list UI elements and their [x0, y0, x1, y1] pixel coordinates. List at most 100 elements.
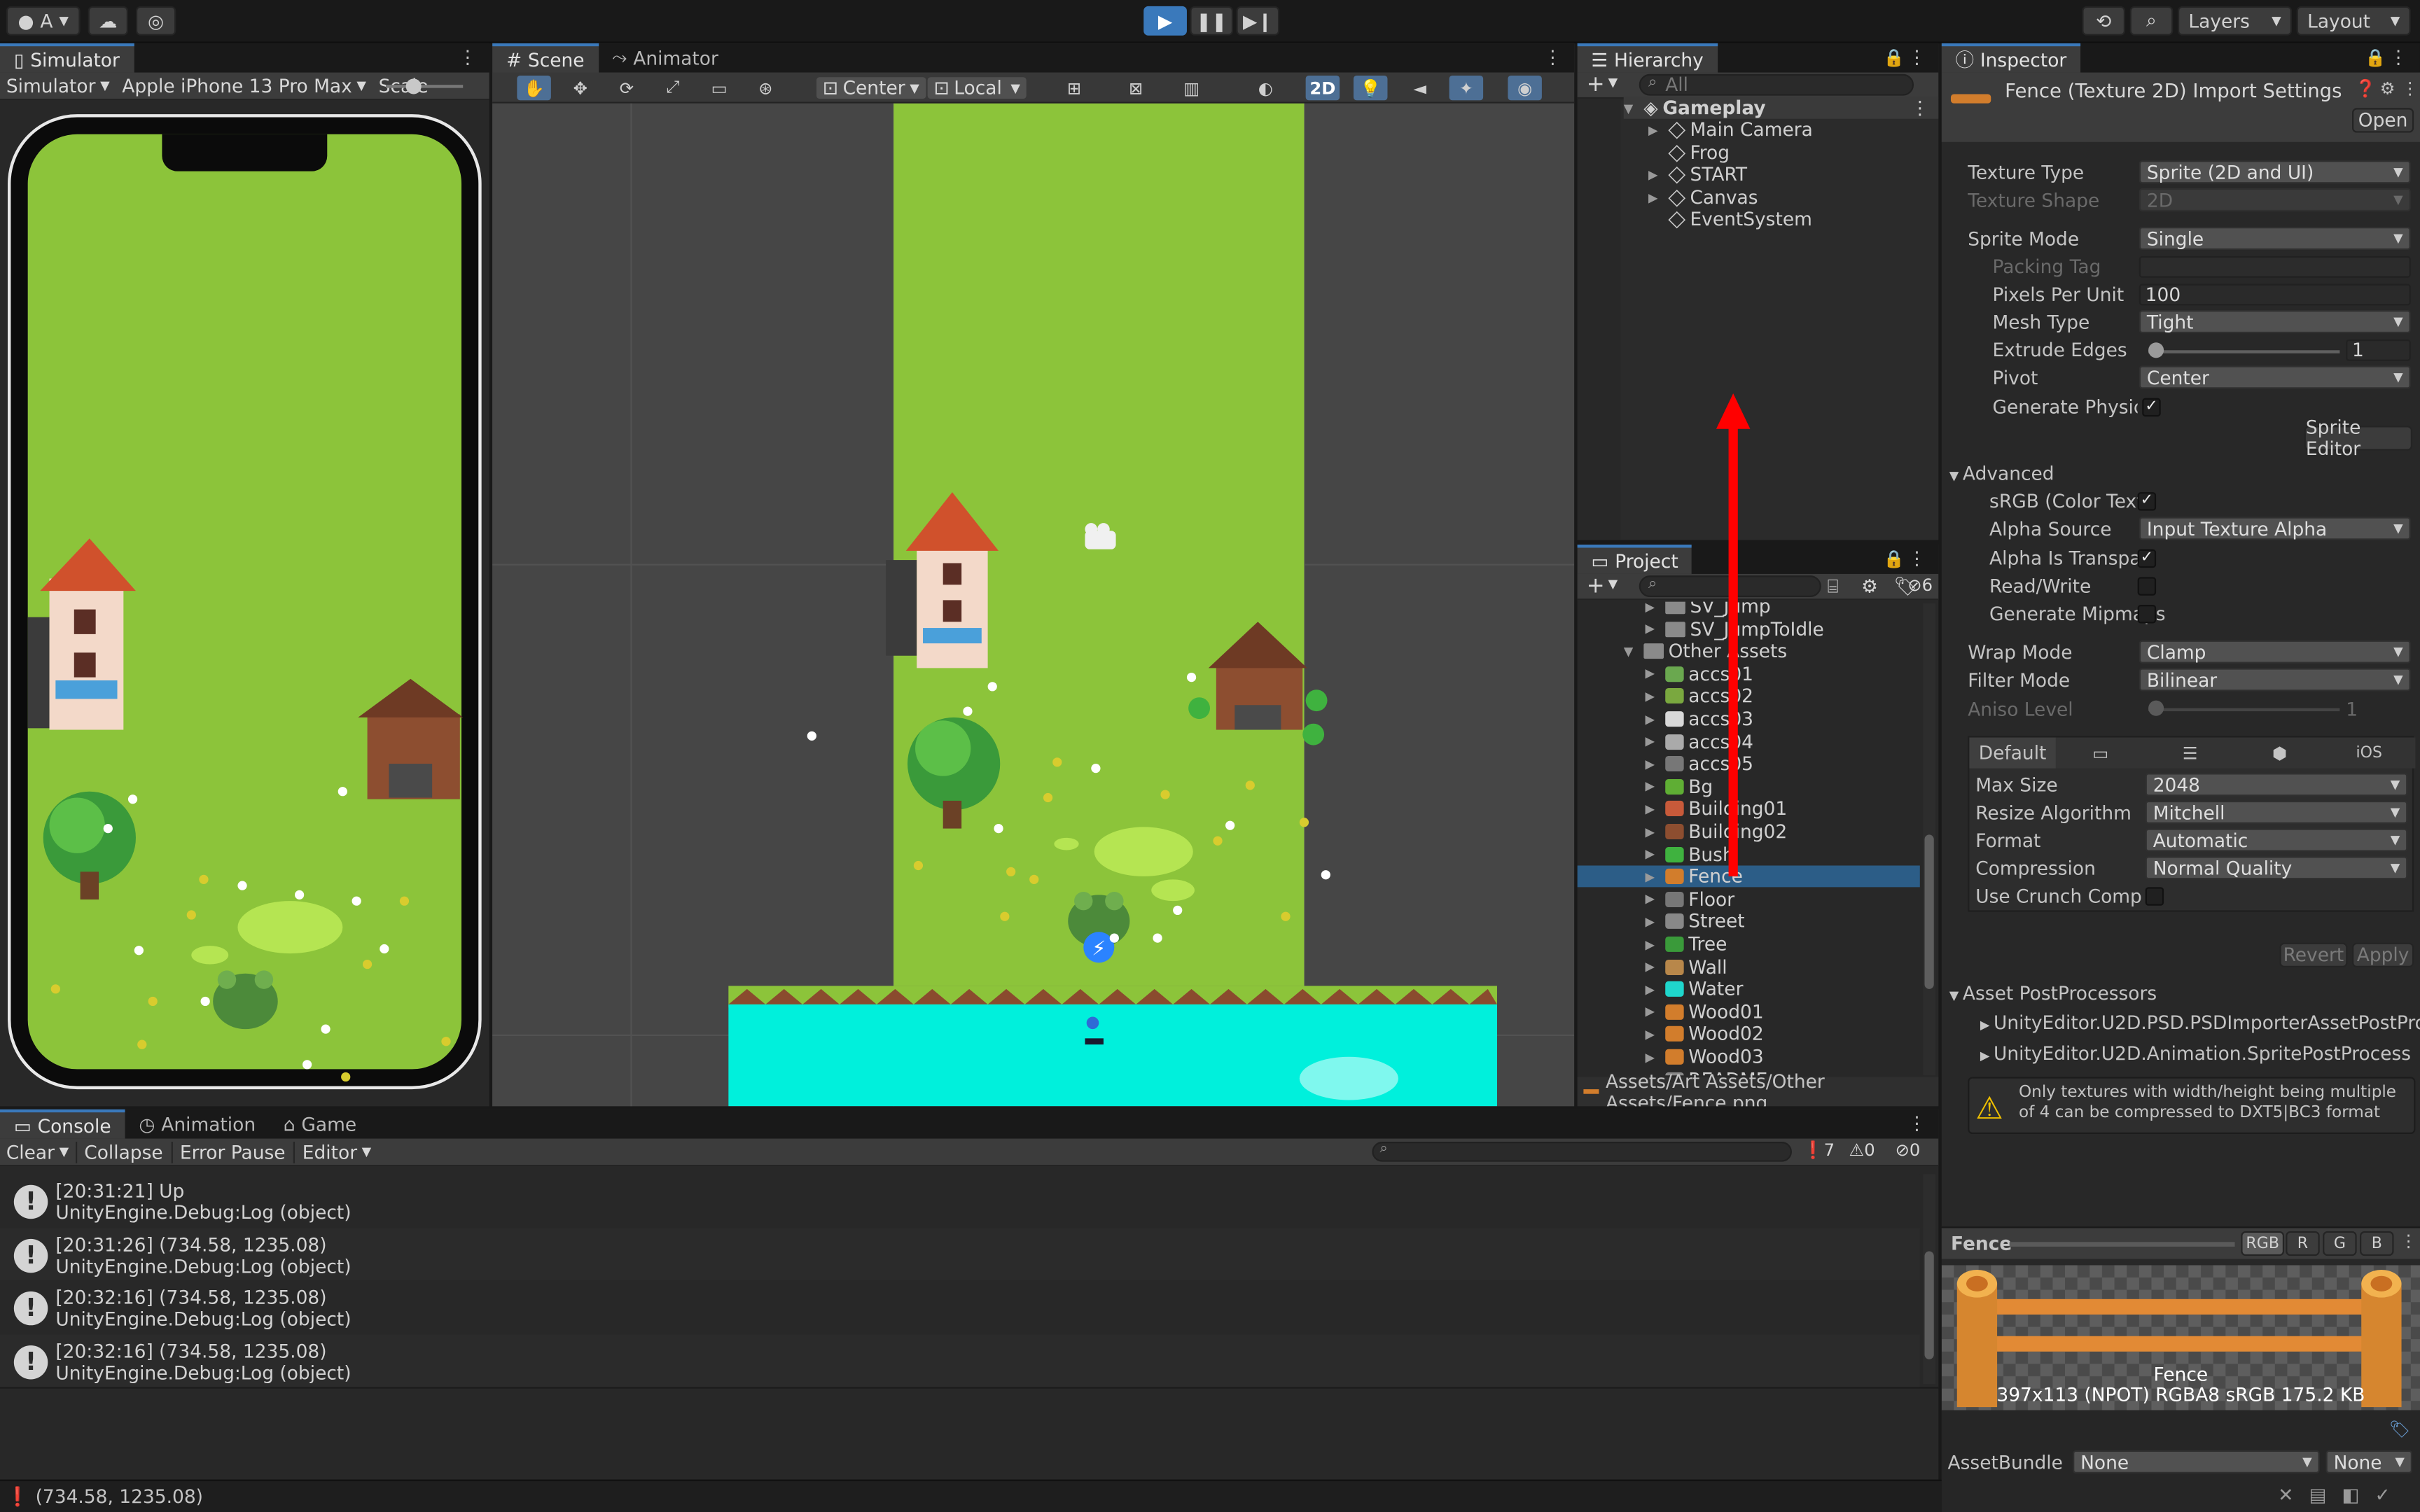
assetbundle-variant-dropdown[interactable]: None ▼: [2325, 1450, 2412, 1474]
debug-icon[interactable]: ✕: [2278, 1484, 2309, 1506]
audio-icon[interactable]: ◄: [1403, 76, 1437, 100]
tab-animation[interactable]: ◷ Animation: [125, 1110, 269, 1139]
tab-platform-standalone[interactable]: ▭: [2056, 738, 2146, 769]
project-scrollbar[interactable]: [1923, 603, 1935, 1076]
tab-inspector[interactable]: ⓘ Inspector: [1941, 43, 2081, 73]
tab-game[interactable]: ⌂ Game: [270, 1110, 370, 1139]
settings-slider-icon[interactable]: ⚙: [2380, 78, 2395, 99]
snap-increment-icon[interactable]: ⊠: [1119, 76, 1153, 100]
account-button[interactable]: ● A ▼: [6, 6, 81, 36]
kebab-menu-icon[interactable]: ⋮: [1907, 1112, 1926, 1134]
mesh-type-dropdown[interactable]: Tight ▼: [2139, 310, 2411, 334]
console-search-input[interactable]: [1372, 1142, 1792, 1162]
project-item[interactable]: ▶ SV_Jump: [1578, 601, 1920, 617]
project-item[interactable]: ▶ Building01: [1578, 798, 1920, 820]
project-item[interactable]: ▶ Wood02: [1578, 1023, 1920, 1045]
clear-button[interactable]: Clear ▼: [0, 1140, 77, 1163]
revert-button[interactable]: Revert: [2279, 942, 2348, 967]
srgb-checkbox[interactable]: ✓: [2137, 492, 2157, 511]
grid-snap-icon[interactable]: ⊞: [1057, 76, 1091, 100]
generate-physics-checkbox[interactable]: ✓: [2142, 398, 2161, 417]
open-button[interactable]: Open: [2352, 108, 2414, 133]
project-item[interactable]: ▼ Other Assets: [1578, 640, 1920, 662]
scale-slider[interactable]: [386, 85, 464, 88]
project-item[interactable]: ▶ accs01: [1578, 663, 1920, 685]
play-button[interactable]: ▶: [1143, 6, 1187, 36]
project-item[interactable]: ▶ Street: [1578, 911, 1920, 932]
hierarchy-search-input[interactable]: All: [1639, 74, 1914, 96]
editor-dropdown[interactable]: Editor ▼: [295, 1141, 380, 1163]
tab-scene[interactable]: # Scene: [492, 43, 599, 73]
layout-dropdown[interactable]: Layout ▼: [2296, 6, 2411, 36]
status-bar[interactable]: ❗ (734.58, 1235.08): [0, 1479, 1942, 1512]
progress-icon[interactable]: ▤: [2309, 1484, 2342, 1506]
warning-count-toggle[interactable]: ⚠0: [1849, 1140, 1875, 1161]
generate-mipmaps-checkbox[interactable]: [2137, 604, 2157, 624]
kebab-menu-icon[interactable]: ⋮: [1911, 97, 1929, 119]
error-pause-toggle[interactable]: Error Pause: [172, 1140, 295, 1163]
tab-project[interactable]: ▭ Project: [1577, 545, 1692, 574]
project-item[interactable]: ▶ SV_JumpToIdle: [1578, 618, 1920, 640]
lock-icon[interactable]: 🔒: [1884, 48, 1905, 68]
step-button[interactable]: ▶❙: [1236, 6, 1280, 36]
hand-tool-icon[interactable]: ✋: [517, 75, 551, 101]
draw-mode-icon[interactable]: ◐: [1249, 76, 1282, 100]
tab-simulator[interactable]: ▯ Simulator: [0, 43, 134, 73]
tab-platform-ios[interactable]: iOS: [2324, 738, 2414, 769]
cache-icon[interactable]: ◧: [2342, 1484, 2374, 1506]
apply-button[interactable]: Apply: [2352, 942, 2414, 967]
lighting-icon[interactable]: 💡: [1353, 75, 1388, 101]
pivot-dropdown[interactable]: ⊡ Center ▼: [816, 77, 926, 99]
kebab-menu-icon[interactable]: ⋮: [459, 46, 477, 68]
search-icon[interactable]: ⌕: [2129, 6, 2174, 36]
hierarchy-item-frog[interactable]: Frog: [1648, 142, 1730, 164]
max-size-dropdown[interactable]: 2048 ▼: [2145, 773, 2408, 797]
scale-slider-handle[interactable]: [405, 78, 422, 94]
label-tag-icon[interactable]: 🏷: [2389, 1420, 2411, 1440]
postprocessor-item[interactable]: ▶ UnityEditor.U2D.Animation.SpritePostPr…: [1980, 1043, 2411, 1065]
read-write-checkbox[interactable]: [2137, 577, 2157, 596]
visibility-icon[interactable]: ◉: [1508, 75, 1542, 101]
console-log-entry[interactable]: ! [20:32:16] (734.58, 1235.08) UnityEngine…: [0, 1334, 1920, 1387]
help-icon[interactable]: ❓: [2355, 78, 2376, 99]
console-log-entry[interactable]: ! [20:31:26] (734.58, 1235.08) UnityEngine…: [0, 1227, 1920, 1280]
console-log-entry[interactable]: ! [20:32:16] (734.58, 1235.08) UnityEngine…: [0, 1280, 1920, 1334]
project-item-selected[interactable]: ▶ Fence: [1577, 865, 1920, 888]
project-item[interactable]: ▶ accs03: [1578, 708, 1920, 730]
alpha-source-dropdown[interactable]: Input Texture Alpha ▼: [2139, 517, 2411, 540]
mode-2d-toggle[interactable]: 2D: [1305, 75, 1340, 101]
tab-console[interactable]: ▭ Console: [0, 1109, 125, 1139]
scrollbar-thumb[interactable]: [1924, 1251, 1934, 1359]
channel-r-button[interactable]: R: [2286, 1231, 2320, 1256]
extrude-edges-field[interactable]: 1: [2346, 339, 2411, 361]
advanced-foldout[interactable]: ▼ Advanced: [1949, 463, 2054, 484]
kebab-menu-icon[interactable]: ⋮: [1543, 46, 1562, 68]
kebab-menu-icon[interactable]: ⋮: [1907, 547, 1926, 569]
hierarchy-item-canvas[interactable]: ▶ Canvas: [1648, 187, 1758, 209]
collab-icon[interactable]: ◎: [135, 6, 176, 36]
console-scrollbar[interactable]: [1923, 1174, 1935, 1385]
scrollbar-thumb[interactable]: [1924, 834, 1934, 989]
compression-dropdown[interactable]: Normal Quality ▼: [2145, 856, 2408, 880]
transform-tool-icon[interactable]: ⊛: [749, 76, 782, 100]
project-item[interactable]: ▶ Wood03: [1578, 1046, 1920, 1068]
preview-resize-handle[interactable]: [2009, 1242, 2235, 1247]
error-count-toggle[interactable]: ⊘0: [1896, 1140, 1921, 1161]
cloud-icon[interactable]: ☁: [88, 6, 128, 36]
project-search-input[interactable]: [1639, 575, 1821, 597]
project-item[interactable]: ▶ Wood01: [1578, 1001, 1920, 1023]
project-item[interactable]: ▶ accs02: [1578, 685, 1920, 707]
layers-dropdown[interactable]: Layers ▼: [2177, 6, 2293, 36]
hierarchy-item-start[interactable]: ▶ START: [1648, 164, 1747, 186]
history-icon[interactable]: ⟲: [2082, 6, 2126, 36]
lock-icon[interactable]: 🔒: [1884, 550, 1905, 570]
asset-postprocessors-foldout[interactable]: ▼ Asset PostProcessors: [1949, 983, 2157, 1004]
project-item[interactable]: ▶ accs05: [1578, 753, 1920, 775]
rotate-tool-icon[interactable]: ⟳: [610, 76, 644, 100]
add-icon[interactable]: +: [1587, 574, 1605, 598]
sprite-mode-dropdown[interactable]: Single ▼: [2139, 227, 2411, 251]
pivot-dropdown[interactable]: Center ▼: [2139, 365, 2411, 389]
scale-tool-icon[interactable]: ⤢: [656, 76, 690, 100]
rect-tool-icon[interactable]: ▭: [702, 76, 736, 100]
tab-platform-default[interactable]: Default: [1969, 737, 2056, 769]
